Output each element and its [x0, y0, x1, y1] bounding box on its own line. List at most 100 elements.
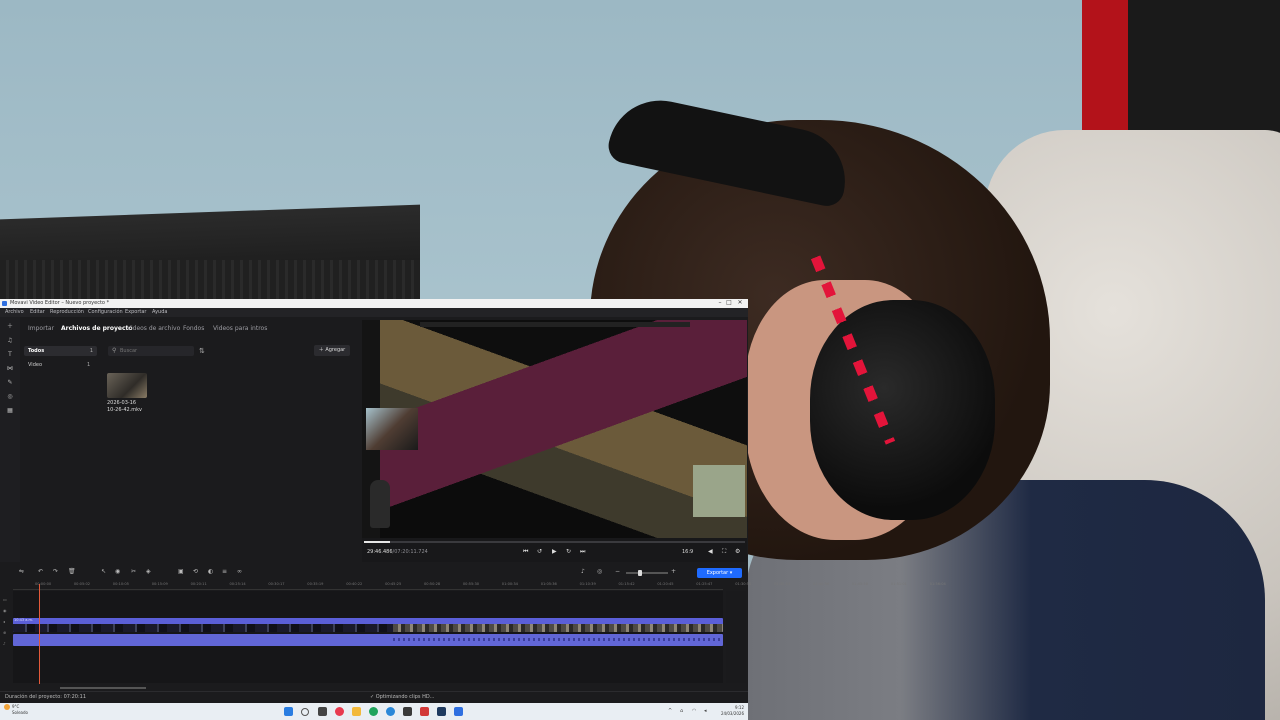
ruler-tick-label: 00:10:05: [112, 582, 129, 586]
magnet-icon[interactable]: ◉: [115, 568, 120, 575]
redo-icon[interactable]: ↷: [53, 568, 58, 575]
aspect-ratio[interactable]: 16:9: [682, 549, 693, 555]
tray-volume-icon[interactable]: ◂: [704, 708, 707, 714]
weather-desc: Soleado: [12, 710, 28, 715]
skip-start-icon[interactable]: ⏮: [523, 548, 528, 556]
color-icon[interactable]: ◐: [208, 568, 213, 575]
category-todos[interactable]: Todos 1: [24, 346, 97, 356]
transitions-icon[interactable]: ⋈: [6, 365, 14, 373]
tab-fondos[interactable]: Fondos: [183, 325, 204, 332]
menu-reproduccion[interactable]: Reproducción: [50, 309, 84, 315]
zoom-in-icon[interactable]: +: [671, 568, 676, 575]
clock[interactable]: 9:12 24/03/2026: [716, 705, 744, 717]
marker-icon[interactable]: ◈: [146, 568, 151, 575]
tab-archivos-de-proyecto[interactable]: Archivos de proyecto: [61, 325, 133, 332]
track-settings-icon[interactable]: ⇋: [19, 568, 24, 575]
music-icon[interactable]: ♫: [6, 337, 14, 345]
skip-end-icon[interactable]: ⏭: [580, 548, 585, 556]
fullscreen-icon[interactable]: ⛶: [722, 548, 726, 556]
volume-icon[interactable]: ◀: [708, 548, 713, 555]
taskbar: 9°C Soleado ^ ⌂ ◠ ◂ 9:12 24/03/2026: [0, 703, 748, 720]
crop-icon[interactable]: ▣: [178, 568, 184, 575]
add-button-label: Agregar: [325, 347, 346, 353]
time-ruler[interactable]: 00:00:00 00:05:02 00:10:05 00:15:09 00:20:11…: [13, 581, 946, 590]
tray-arrow-icon[interactable]: ^: [668, 708, 672, 714]
tab-videos-de-archivo[interactable]: Videos de archivo: [127, 325, 180, 332]
optimizing-label: Optimizando clips HD...: [375, 694, 435, 700]
export-button[interactable]: Exportar ▾: [697, 568, 742, 578]
step-forward-icon[interactable]: ↻: [566, 548, 571, 555]
eye-icon[interactable]: ◉: [3, 608, 11, 613]
steam-icon[interactable]: [437, 707, 446, 716]
category-video[interactable]: Video: [28, 362, 42, 368]
title-bar: Movavi Video Editor – Nuevo proyecto * –…: [0, 299, 748, 308]
menu-ayuda[interactable]: Ayuda: [152, 309, 167, 315]
ruler-tick-label: 00:25:14: [229, 582, 246, 586]
video-clip[interactable]: 10:43 a.m.: [13, 618, 723, 632]
category-count: 1: [89, 348, 93, 354]
add-button[interactable]: ＋ Agregar: [314, 345, 350, 356]
dark-panel: [1128, 0, 1280, 150]
titles-icon[interactable]: T: [6, 351, 14, 359]
tray-wifi-icon[interactable]: ◠: [692, 708, 696, 714]
menu-exportar[interactable]: Exportar: [125, 309, 147, 315]
media-thumbnail[interactable]: [107, 373, 147, 398]
start-icon[interactable]: [284, 707, 293, 716]
tab-importar[interactable]: Importar: [28, 325, 54, 332]
movavi-icon[interactable]: [454, 707, 463, 716]
tab-videos-para-intros[interactable]: Videos para intros: [213, 325, 267, 332]
app-opera-icon[interactable]: [335, 707, 344, 716]
more-icon[interactable]: ∞: [237, 568, 242, 575]
menu-editar[interactable]: Editar: [30, 309, 45, 315]
store-icon[interactable]: [403, 707, 412, 716]
undo-icon[interactable]: ↶: [38, 568, 43, 575]
tray-network-icon[interactable]: ⌂: [680, 708, 683, 714]
play-icon[interactable]: ▶: [552, 548, 557, 555]
record-icon[interactable]: ◎: [597, 568, 602, 575]
step-back-icon[interactable]: ↺: [537, 548, 542, 555]
zoom-slider[interactable]: [626, 570, 668, 576]
adjust-icon[interactable]: ≡: [222, 568, 227, 575]
timeline-hscroll[interactable]: [60, 687, 146, 689]
edge-icon[interactable]: [369, 707, 378, 716]
select-tool-icon[interactable]: ↖: [101, 568, 106, 575]
menu-configuracion[interactable]: Configuración: [88, 309, 123, 315]
red-panel: [1082, 0, 1132, 140]
effects-icon[interactable]: ✎: [6, 379, 14, 387]
zoom-out-icon[interactable]: −: [615, 568, 620, 575]
playhead[interactable]: [39, 584, 40, 684]
settings-icon[interactable]: ⚙: [735, 548, 740, 555]
filters-icon[interactable]: ◎: [6, 393, 14, 401]
delete-icon[interactable]: 🗑: [68, 568, 76, 575]
ruler-tick-label: 01:30:50: [735, 582, 752, 586]
ruler-tick-label: 00:30:17: [268, 582, 285, 586]
menu-archivo[interactable]: Archivo: [5, 309, 24, 315]
track-add-icon[interactable]: ⊕: [3, 630, 11, 635]
playback-scrubber[interactable]: [364, 541, 745, 543]
app-red-icon[interactable]: [420, 707, 429, 716]
audio-icon[interactable]: ♪: [581, 568, 585, 575]
lock-icon[interactable]: ▭: [3, 597, 11, 602]
timeline-vscroll[interactable]: [726, 591, 746, 683]
sort-icon[interactable]: ⇅: [199, 347, 205, 355]
more-tools-icon[interactable]: ▦: [6, 407, 14, 415]
audio-clip[interactable]: [13, 634, 723, 646]
add-media-icon[interactable]: ＋: [6, 323, 14, 331]
cut-icon[interactable]: ✂: [131, 568, 136, 575]
task-view-icon[interactable]: [318, 707, 327, 716]
speaker-icon[interactable]: ◂: [3, 619, 11, 624]
ruler-tick-label: 00:50:28: [424, 582, 441, 586]
audio-track-icon[interactable]: ♪: [3, 641, 11, 646]
close-button[interactable]: ✕: [733, 299, 747, 306]
ruler-tick-label: 01:10:39: [579, 582, 596, 586]
taskbar-search-icon[interactable]: [301, 708, 309, 716]
browser-icon[interactable]: [386, 707, 395, 716]
file-explorer-icon[interactable]: [352, 707, 361, 716]
search-input[interactable]: [120, 347, 190, 354]
ruler-tick-label: 00:45:25: [385, 582, 402, 586]
zoom-handle[interactable]: [638, 570, 642, 576]
timeline-area[interactable]: 10:43 a.m.: [13, 591, 723, 683]
weather-widget[interactable]: 9°C Soleado: [4, 704, 28, 716]
rotate-icon[interactable]: ⟲: [193, 568, 198, 575]
video-preview[interactable]: [362, 320, 747, 538]
